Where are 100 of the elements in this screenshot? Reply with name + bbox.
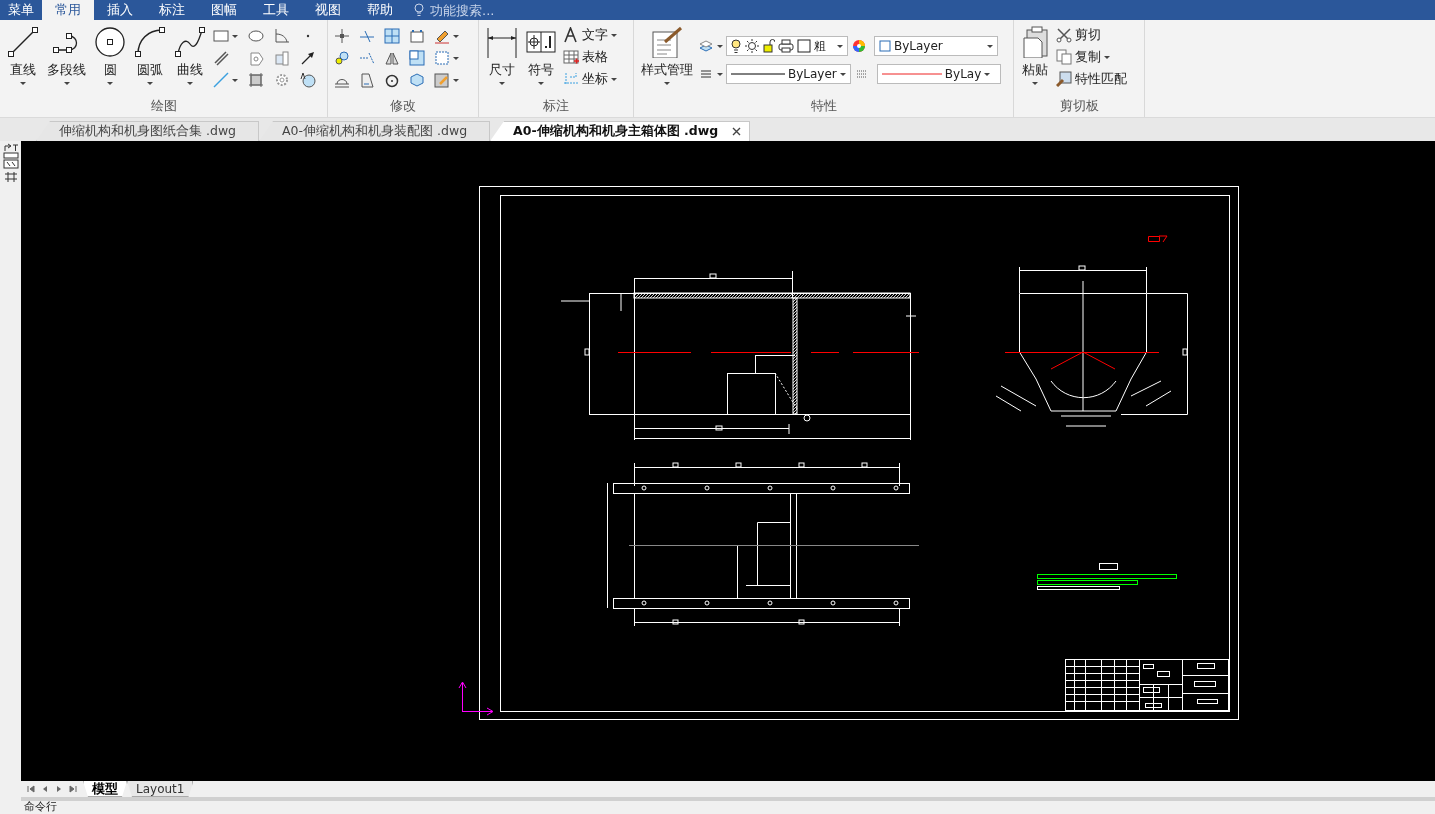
linetype-value: ByLayer [788,67,837,81]
move-icon[interactable] [334,28,350,44]
menu-tab[interactable]: 视图 [302,0,354,20]
tool-button[interactable]: 坐标 [561,70,619,88]
tool-button[interactable]: 尺寸 [483,24,521,97]
side-panel-icon[interactable] [2,143,19,169]
layout-tab[interactable]: 模型 [83,781,127,797]
menu-tab[interactable]: 常用 [42,0,94,20]
extend-icon[interactable] [359,50,375,66]
revision-mark [1148,235,1168,243]
tool-button[interactable]: 直线 [4,24,42,97]
tool-button[interactable]: 剪切 [1054,26,1129,44]
caret-icon [839,72,846,76]
scale-icon[interactable] [409,50,425,66]
menu-tab[interactable]: 标注 [146,0,198,20]
stretch-icon[interactable] [409,28,425,44]
menu-tab[interactable]: 工具 [250,0,302,20]
caret-icon [1104,55,1110,59]
tool-button[interactable]: 多段线 [44,24,89,97]
menu-tab[interactable]: 菜单 [0,0,42,20]
angle-curve-icon[interactable] [274,28,290,44]
color-value: ByLayer [894,39,943,53]
caret-icon [538,82,544,85]
edit-hatch-icon[interactable] [434,72,450,88]
layout-tab[interactable]: Layout1 [127,781,194,797]
double-line-icon[interactable] [213,50,229,66]
group-title: 特性 [809,97,838,115]
match-properties-icon [1056,71,1072,87]
mirror-icon[interactable] [384,50,400,66]
caret-icon [984,72,991,76]
document-tab[interactable]: 伸缩机构和机身图纸合集 .dwg [36,121,260,141]
array-icon[interactable] [384,28,400,44]
tool-button[interactable]: 样式管理 [638,24,696,97]
pencil-icon[interactable] [434,28,450,44]
block-icon[interactable] [274,50,290,66]
tool-button[interactable]: 圆弧 [131,24,169,97]
document-tab[interactable]: A0-伸缩机构和机身装配图 .dwg [259,121,491,141]
group-title: 剪切板 [1058,97,1100,115]
lightbulb-icon [414,3,424,17]
lineweight-line-icon [881,72,942,76]
tool-button[interactable]: 特性匹配 [1054,70,1129,88]
menu-tab[interactable]: 帮助 [354,0,406,20]
lineweight-dropdown[interactable]: ByLay [876,64,1001,84]
caret-icon [453,56,459,60]
color-wheel-icon[interactable] [851,38,867,54]
caret-icon [1032,82,1038,85]
ellipse-icon[interactable] [248,28,264,44]
polygon-icon[interactable] [248,50,264,66]
color-dropdown[interactable]: ByLayer [874,36,998,56]
tool-button[interactable]: 曲线 [171,24,209,97]
copy-icon [1056,49,1072,65]
caret-icon [499,82,505,85]
line-tool-icon [7,26,39,58]
scissors-icon [1056,27,1072,43]
color-swatch-icon [797,39,811,53]
circle-tool-icon [94,26,126,58]
hatch-icon[interactable] [248,72,264,88]
coordinate-icon [563,71,579,87]
caret-icon [63,82,70,85]
caret-icon [232,34,238,38]
table-icon [563,49,579,65]
caret-icon [611,33,617,37]
trim-icon[interactable] [359,28,375,44]
caret-icon [453,34,459,38]
dashed-rectangle-icon[interactable] [434,50,450,66]
previous-icon[interactable] [41,785,49,793]
next-icon[interactable] [55,785,63,793]
sun-icon [744,38,760,54]
printer-icon [778,39,794,53]
caret-icon [664,82,670,85]
tool-button[interactable]: 表格 [561,48,619,66]
menu-tab[interactable]: 插入 [94,0,146,20]
tool-button[interactable]: 复制 [1054,48,1129,66]
construction-line-icon[interactable] [213,72,229,88]
tool-button[interactable]: 文字 [561,26,619,44]
tool-button[interactable]: 圆 [91,24,129,97]
linetype-dropdown[interactable]: ByLayer [726,64,851,84]
close-icon[interactable] [732,127,742,136]
dimension-icon [486,26,518,58]
clipboard-icon [1021,26,1049,58]
horizontal-scrollbar[interactable] [21,797,1435,801]
copy-objects-icon[interactable] [334,50,350,66]
layers-icon[interactable] [698,38,714,54]
document-tab[interactable]: A0-伸缩机构和机身主箱体图 .dwg [490,121,751,141]
layer-dropdown[interactable]: 粗 [726,36,848,56]
rotate-icon[interactable] [384,72,400,88]
tool-button[interactable]: 粘贴 [1018,24,1052,97]
arrow-icon[interactable] [300,50,316,66]
lineweight-value: ByLay [944,67,982,81]
style-manager-icon [651,26,683,58]
caret-icon [147,82,153,85]
rectangle-icon[interactable] [213,28,229,44]
search-field[interactable]: 功能搜索... [430,2,550,18]
menu-tab[interactable]: 图幅 [198,0,250,20]
caret-icon [717,72,723,76]
text-region-icon[interactable] [300,72,316,88]
last-page-icon[interactable] [69,785,77,793]
caret-icon [611,77,617,81]
tool-button[interactable]: 符号 [523,24,559,97]
first-page-icon[interactable] [27,785,35,793]
